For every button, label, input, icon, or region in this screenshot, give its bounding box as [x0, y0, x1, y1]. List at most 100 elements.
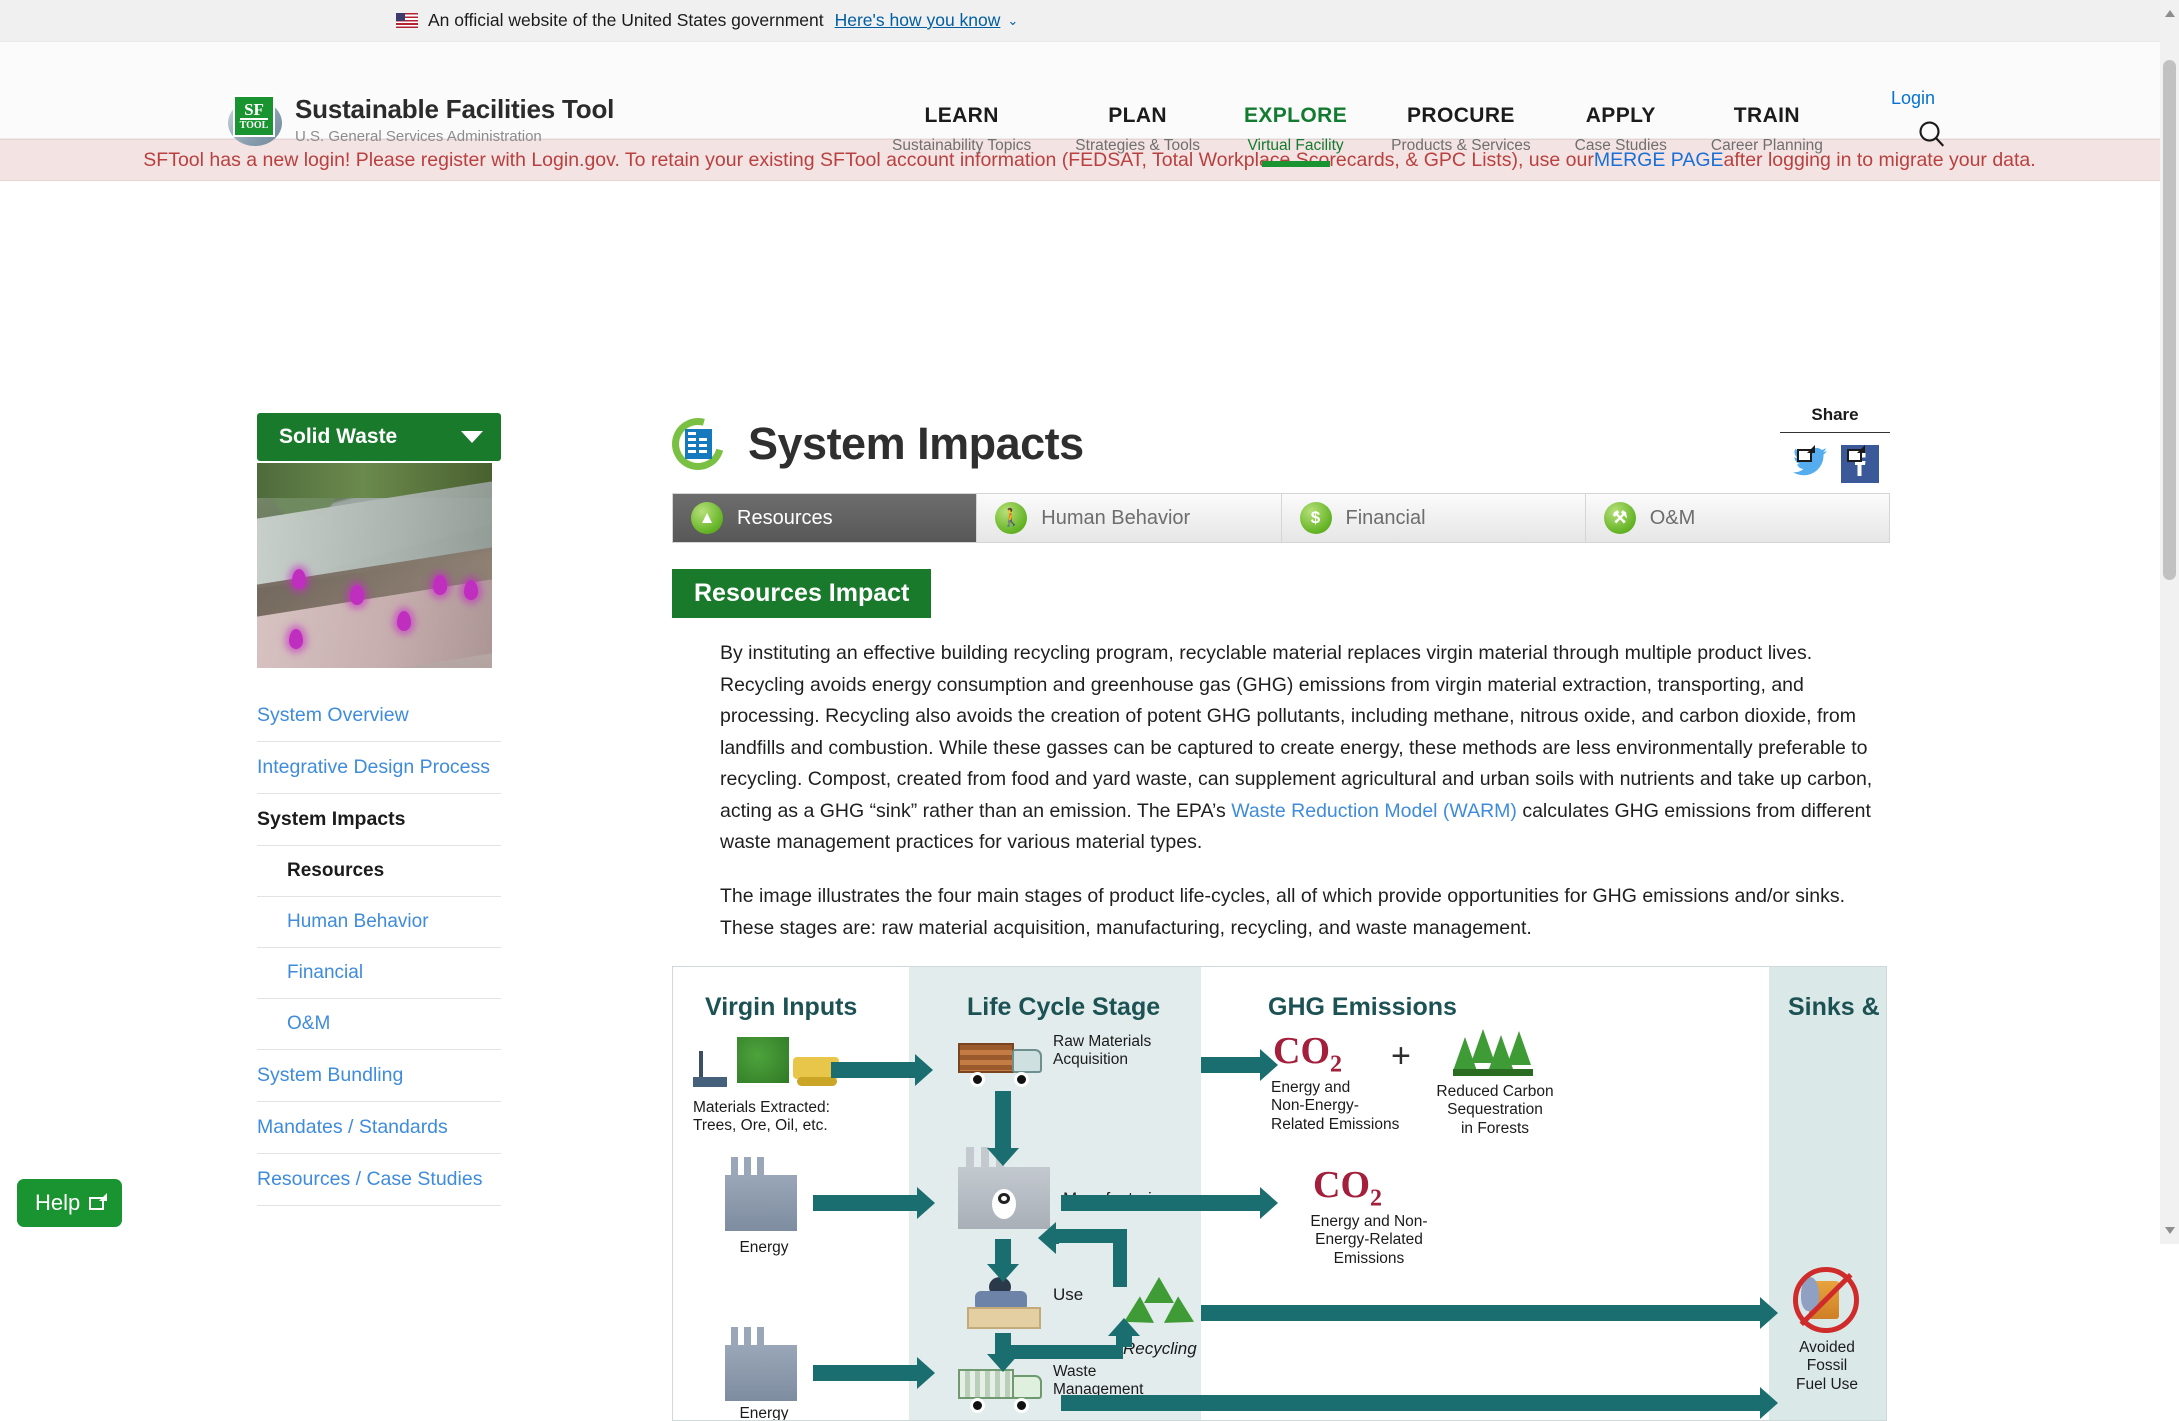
page-title-row: System Impacts [662, 408, 1890, 480]
nav-item-learn[interactable]: LEARN Sustainability Topics [870, 104, 1053, 155]
nav-subtitle: Virtual Facility [1247, 137, 1344, 154]
help-button[interactable]: Help [17, 1179, 123, 1227]
logo-top-text: SF [244, 99, 264, 119]
twitter-share-icon[interactable] [1791, 445, 1829, 479]
virtual-facility-thumbnail[interactable] [257, 463, 492, 668]
external-link-icon [89, 1192, 108, 1210]
arrow-extraction-to-acquisition [831, 1054, 933, 1087]
plus-sign-1: + [1391, 1037, 1411, 1076]
label-energy-2: Energy [739, 1405, 789, 1421]
nav-title: EXPLORE [1243, 104, 1348, 127]
scroll-up-arrow-icon[interactable] [2165, 10, 2175, 17]
nav-subtitle: Career Planning [1710, 137, 1823, 154]
nav-subtitle: Sustainability Topics [892, 137, 1032, 154]
login-link[interactable]: Login [1891, 88, 1935, 109]
nav-item-train[interactable]: TRAIN Career Planning [1689, 104, 1845, 155]
page-title: System Impacts [748, 418, 1084, 469]
search-icon[interactable] [1917, 119, 1947, 149]
sidebar-item-resources[interactable]: Resources [257, 846, 501, 897]
label-ghg-note-1: Energy and Non-Energy- Related Emissions [1271, 1079, 1400, 1133]
sidebar-item-resources-case-studies[interactable]: Resources / Case Studies [257, 1154, 501, 1206]
chevron-down-icon[interactable]: ⌄ [1007, 13, 1018, 29]
heres-how-you-know-link[interactable]: Here's how you know [835, 10, 1001, 31]
brand-logo[interactable]: SF TOOL Sustainable Facilities Tool U.S.… [228, 94, 614, 148]
page-scrollbar[interactable] [2160, 0, 2179, 1244]
label-use: Use [1053, 1285, 1084, 1305]
avoided-fossil-fuel-icon [1793, 1267, 1859, 1334]
nav-title: PLAN [1108, 104, 1167, 127]
facebook-share-icon[interactable] [1841, 445, 1879, 483]
manufacturing-factory-icon [958, 1147, 1050, 1230]
diagram-column-title-sinks-offsets: Sinks & Emission Offsets [1788, 993, 1886, 1022]
arrow-energy-to-manufacturing [813, 1187, 935, 1220]
co2-text: CO [1273, 1030, 1330, 1073]
nav-item-procure[interactable]: PROCURE Products & Services [1369, 104, 1553, 155]
share-box: Share [1780, 405, 1890, 483]
gov-banner: An official website of the United States… [0, 0, 2179, 42]
impact-tabs: ▲ Resources 🚶 Human Behavior $ Financial… [672, 493, 1890, 543]
system-select-dropdown[interactable]: Solid Waste [257, 413, 501, 461]
brand-subtitle: U.S. General Services Administration [295, 128, 542, 145]
life-cycle-diagram: Virgin Inputs Life Cycle Stage GHG Emiss… [672, 966, 1887, 1421]
nav-item-plan[interactable]: PLAN Strategies & Tools [1053, 104, 1222, 155]
sidebar-item-system-impacts[interactable]: System Impacts [257, 794, 501, 846]
arrow-manufacturing-to-use [987, 1239, 1019, 1283]
tab-label: Human Behavior [1041, 506, 1191, 529]
us-flag-icon [396, 13, 418, 28]
scroll-down-arrow-icon[interactable] [2165, 1227, 2175, 1234]
tab-financial[interactable]: $ Financial [1281, 494, 1586, 542]
main-navigation: LEARN Sustainability Topics PLAN Strateg… [870, 104, 1845, 155]
resources-tree-icon: ▲ [691, 502, 723, 534]
warm-link[interactable]: Waste Reduction Model (WARM) [1231, 800, 1517, 822]
segment-use-to-recycling [1003, 1345, 1123, 1360]
nav-subtitle: Strategies & Tools [1075, 137, 1200, 154]
paragraph-1-text-a: By instituting an effective building rec… [720, 642, 1873, 822]
co2-label-1: CO2 [1273, 1029, 1342, 1079]
sidebar-item-system-bundling[interactable]: System Bundling [257, 1050, 501, 1102]
label-raw-materials-acquisition: Raw Materials Acquisition [1053, 1033, 1152, 1069]
use-desk-icon [963, 1277, 1045, 1331]
help-label: Help [35, 1190, 81, 1215]
site-header: SF TOOL Sustainable Facilities Tool U.S.… [0, 42, 2179, 154]
arrow-manufacturing-to-ghg [1061, 1187, 1278, 1220]
sidebar-item-system-overview[interactable]: System Overview [257, 690, 501, 742]
sidebar: Solid Waste System Overview Integrative … [257, 413, 501, 1206]
sidebar-item-integrative-design-process[interactable]: Integrative Design Process [257, 742, 501, 794]
nav-item-apply[interactable]: APPLY Case Studies [1553, 104, 1689, 155]
segment-recycling-left [1055, 1229, 1125, 1244]
page-body: Solid Waste System Overview Integrative … [0, 181, 2179, 1421]
chevron-down-icon [461, 431, 483, 443]
arrow-recycling-to-manufacturing [1038, 1222, 1059, 1255]
diagram-column-title-virgin-inputs: Virgin Inputs [705, 993, 858, 1022]
nav-title: TRAIN [1733, 104, 1800, 127]
financial-dollar-icon: $ [1299, 502, 1332, 534]
paragraph-2: The image illustrates the four main stag… [720, 885, 1846, 939]
nav-title: APPLY [1585, 104, 1656, 127]
system-select-label: Solid Waste [279, 425, 398, 448]
nav-item-explore[interactable]: EXPLORE Virtual Facility [1222, 104, 1369, 155]
scrollbar-thumb[interactable] [2163, 60, 2176, 580]
forest-trees-icon-1 [1453, 1029, 1533, 1077]
label-energy-1: Energy [739, 1239, 789, 1257]
tab-human-behavior[interactable]: 🚶 Human Behavior [977, 494, 1282, 542]
main-content: System Impacts Share ▲ Resources 🚶 Human… [662, 405, 1890, 1421]
label-avoided-fossil-fuel-use: Avoided Fossil Fuel Use [1795, 1339, 1859, 1393]
energy-factory-icon-2 [725, 1327, 797, 1402]
sidebar-item-om[interactable]: O&M [257, 999, 501, 1050]
body-copy: By instituting an effective building rec… [672, 638, 1890, 944]
arrow-recycling-to-sinks [1201, 1297, 1778, 1330]
sftool-logo-icon: SF TOOL [228, 94, 282, 148]
tab-label: O&M [1649, 506, 1696, 529]
human-behavior-walking-icon: 🚶 [995, 502, 1028, 534]
tab-label: Financial [1345, 506, 1426, 529]
nav-subtitle: Products & Services [1391, 137, 1531, 154]
co2-subscript: 2 [1370, 1185, 1382, 1212]
sidebar-item-human-behavior[interactable]: Human Behavior [257, 897, 501, 948]
sidebar-item-financial[interactable]: Financial [257, 948, 501, 999]
logo-bottom-text: TOOL [239, 117, 269, 131]
sidebar-item-mandates-standards[interactable]: Mandates / Standards [257, 1102, 501, 1154]
nav-title: PROCURE [1406, 104, 1515, 127]
tab-om[interactable]: ⚒ O&M [1585, 494, 1889, 542]
co2-label-2: CO2 [1313, 1163, 1382, 1213]
tab-resources[interactable]: ▲ Resources [673, 494, 978, 542]
